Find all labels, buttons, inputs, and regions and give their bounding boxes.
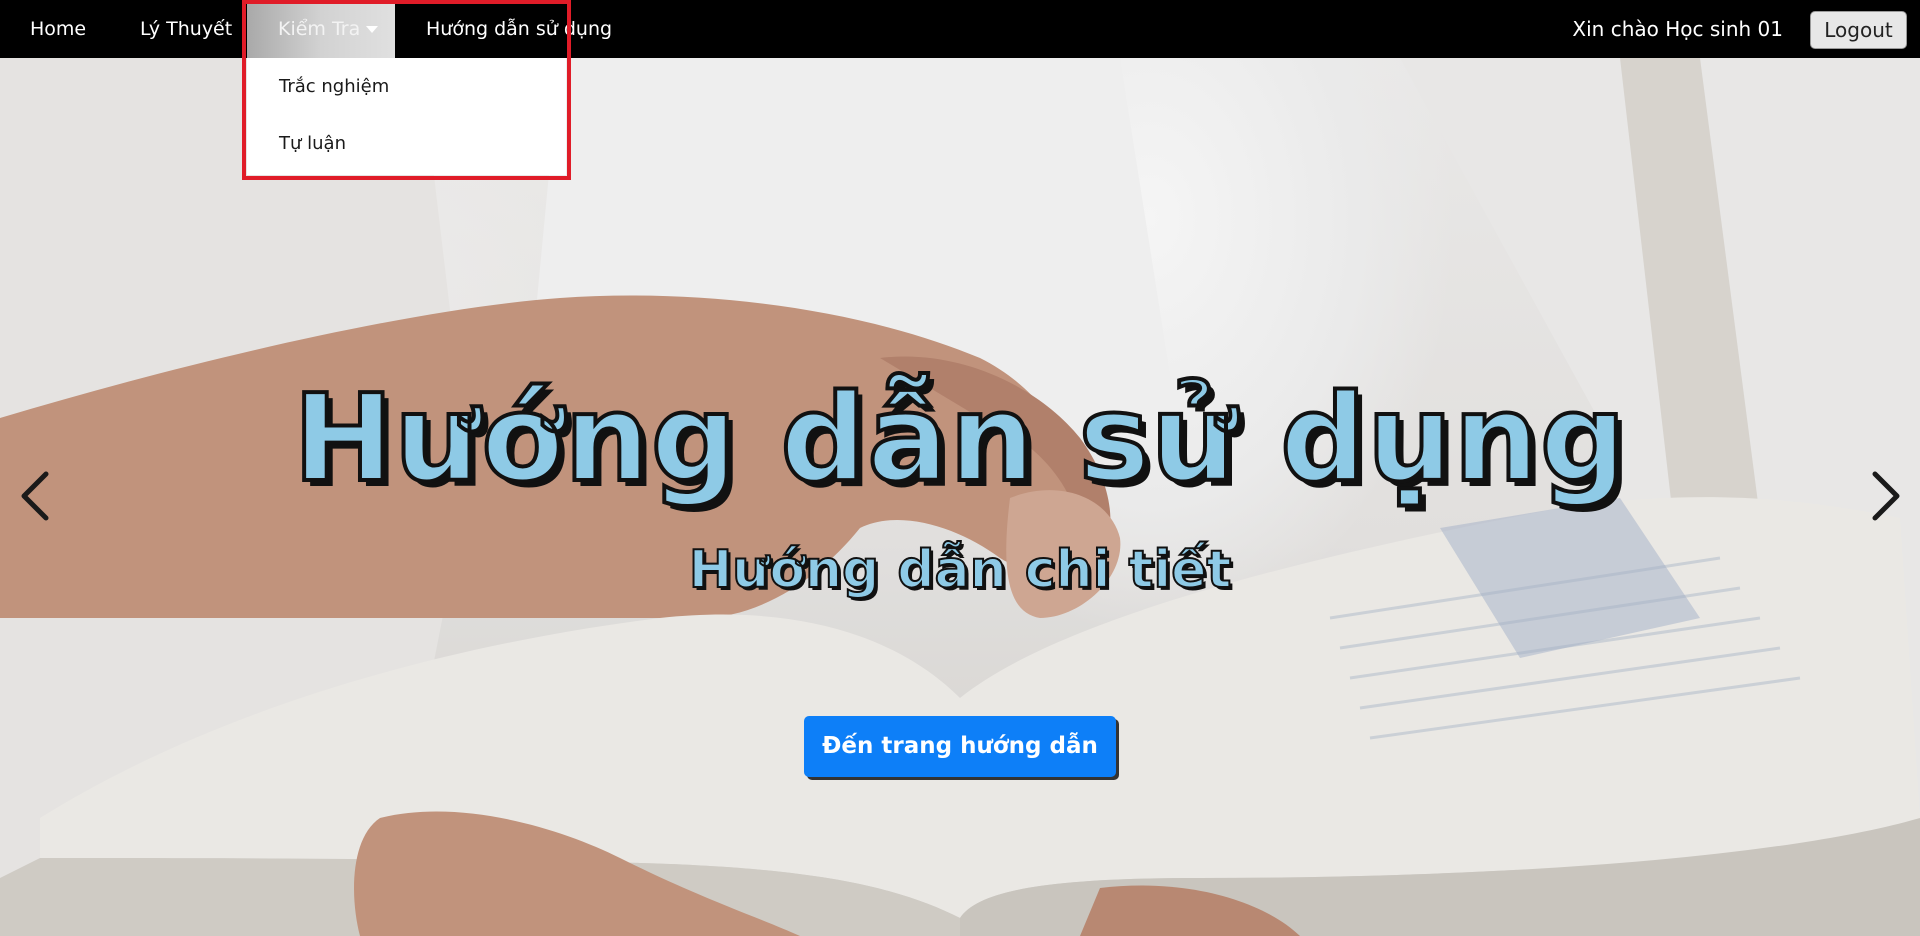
carousel-prev-button[interactable] xyxy=(16,470,56,522)
nav-kiem-tra-label: Kiểm Tra xyxy=(278,18,361,40)
nav-ly-thuyet-link[interactable]: Lý Thuyết xyxy=(140,0,232,58)
nav-huong-dan-link[interactable]: Hướng dẫn sử dụng xyxy=(426,0,612,58)
user-greeting: Xin chào Học sinh 01 xyxy=(1572,17,1783,41)
carousel-subtitle: Hướng dẫn chi tiết xyxy=(688,539,1233,601)
carousel-next-button[interactable] xyxy=(1865,470,1905,522)
chevron-left-icon xyxy=(21,471,49,521)
chevron-right-icon xyxy=(1872,471,1900,521)
page: Home Lý Thuyết Kiểm Tra Hướng dẫn sử dụn… xyxy=(0,0,1920,936)
carousel-title: Hướng dẫn sử dụng xyxy=(291,368,1628,511)
kiem-tra-dropdown-menu: Trắc nghiệm Tự luận xyxy=(247,58,566,175)
logout-button[interactable]: Logout xyxy=(1810,11,1907,49)
dropdown-item-trac-nghiem[interactable]: Trắc nghiệm xyxy=(279,76,389,97)
nav-home-link[interactable]: Home xyxy=(30,0,86,58)
caret-down-icon xyxy=(366,26,379,33)
go-to-guide-button[interactable]: Đến trang hướng dẫn xyxy=(804,716,1116,777)
top-navbar: Home Lý Thuyết Kiểm Tra Hướng dẫn sử dụn… xyxy=(0,0,1920,58)
nav-kiem-tra-dropdown[interactable]: Kiểm Tra xyxy=(247,0,395,58)
dropdown-item-tu-luan[interactable]: Tự luận xyxy=(279,133,346,154)
